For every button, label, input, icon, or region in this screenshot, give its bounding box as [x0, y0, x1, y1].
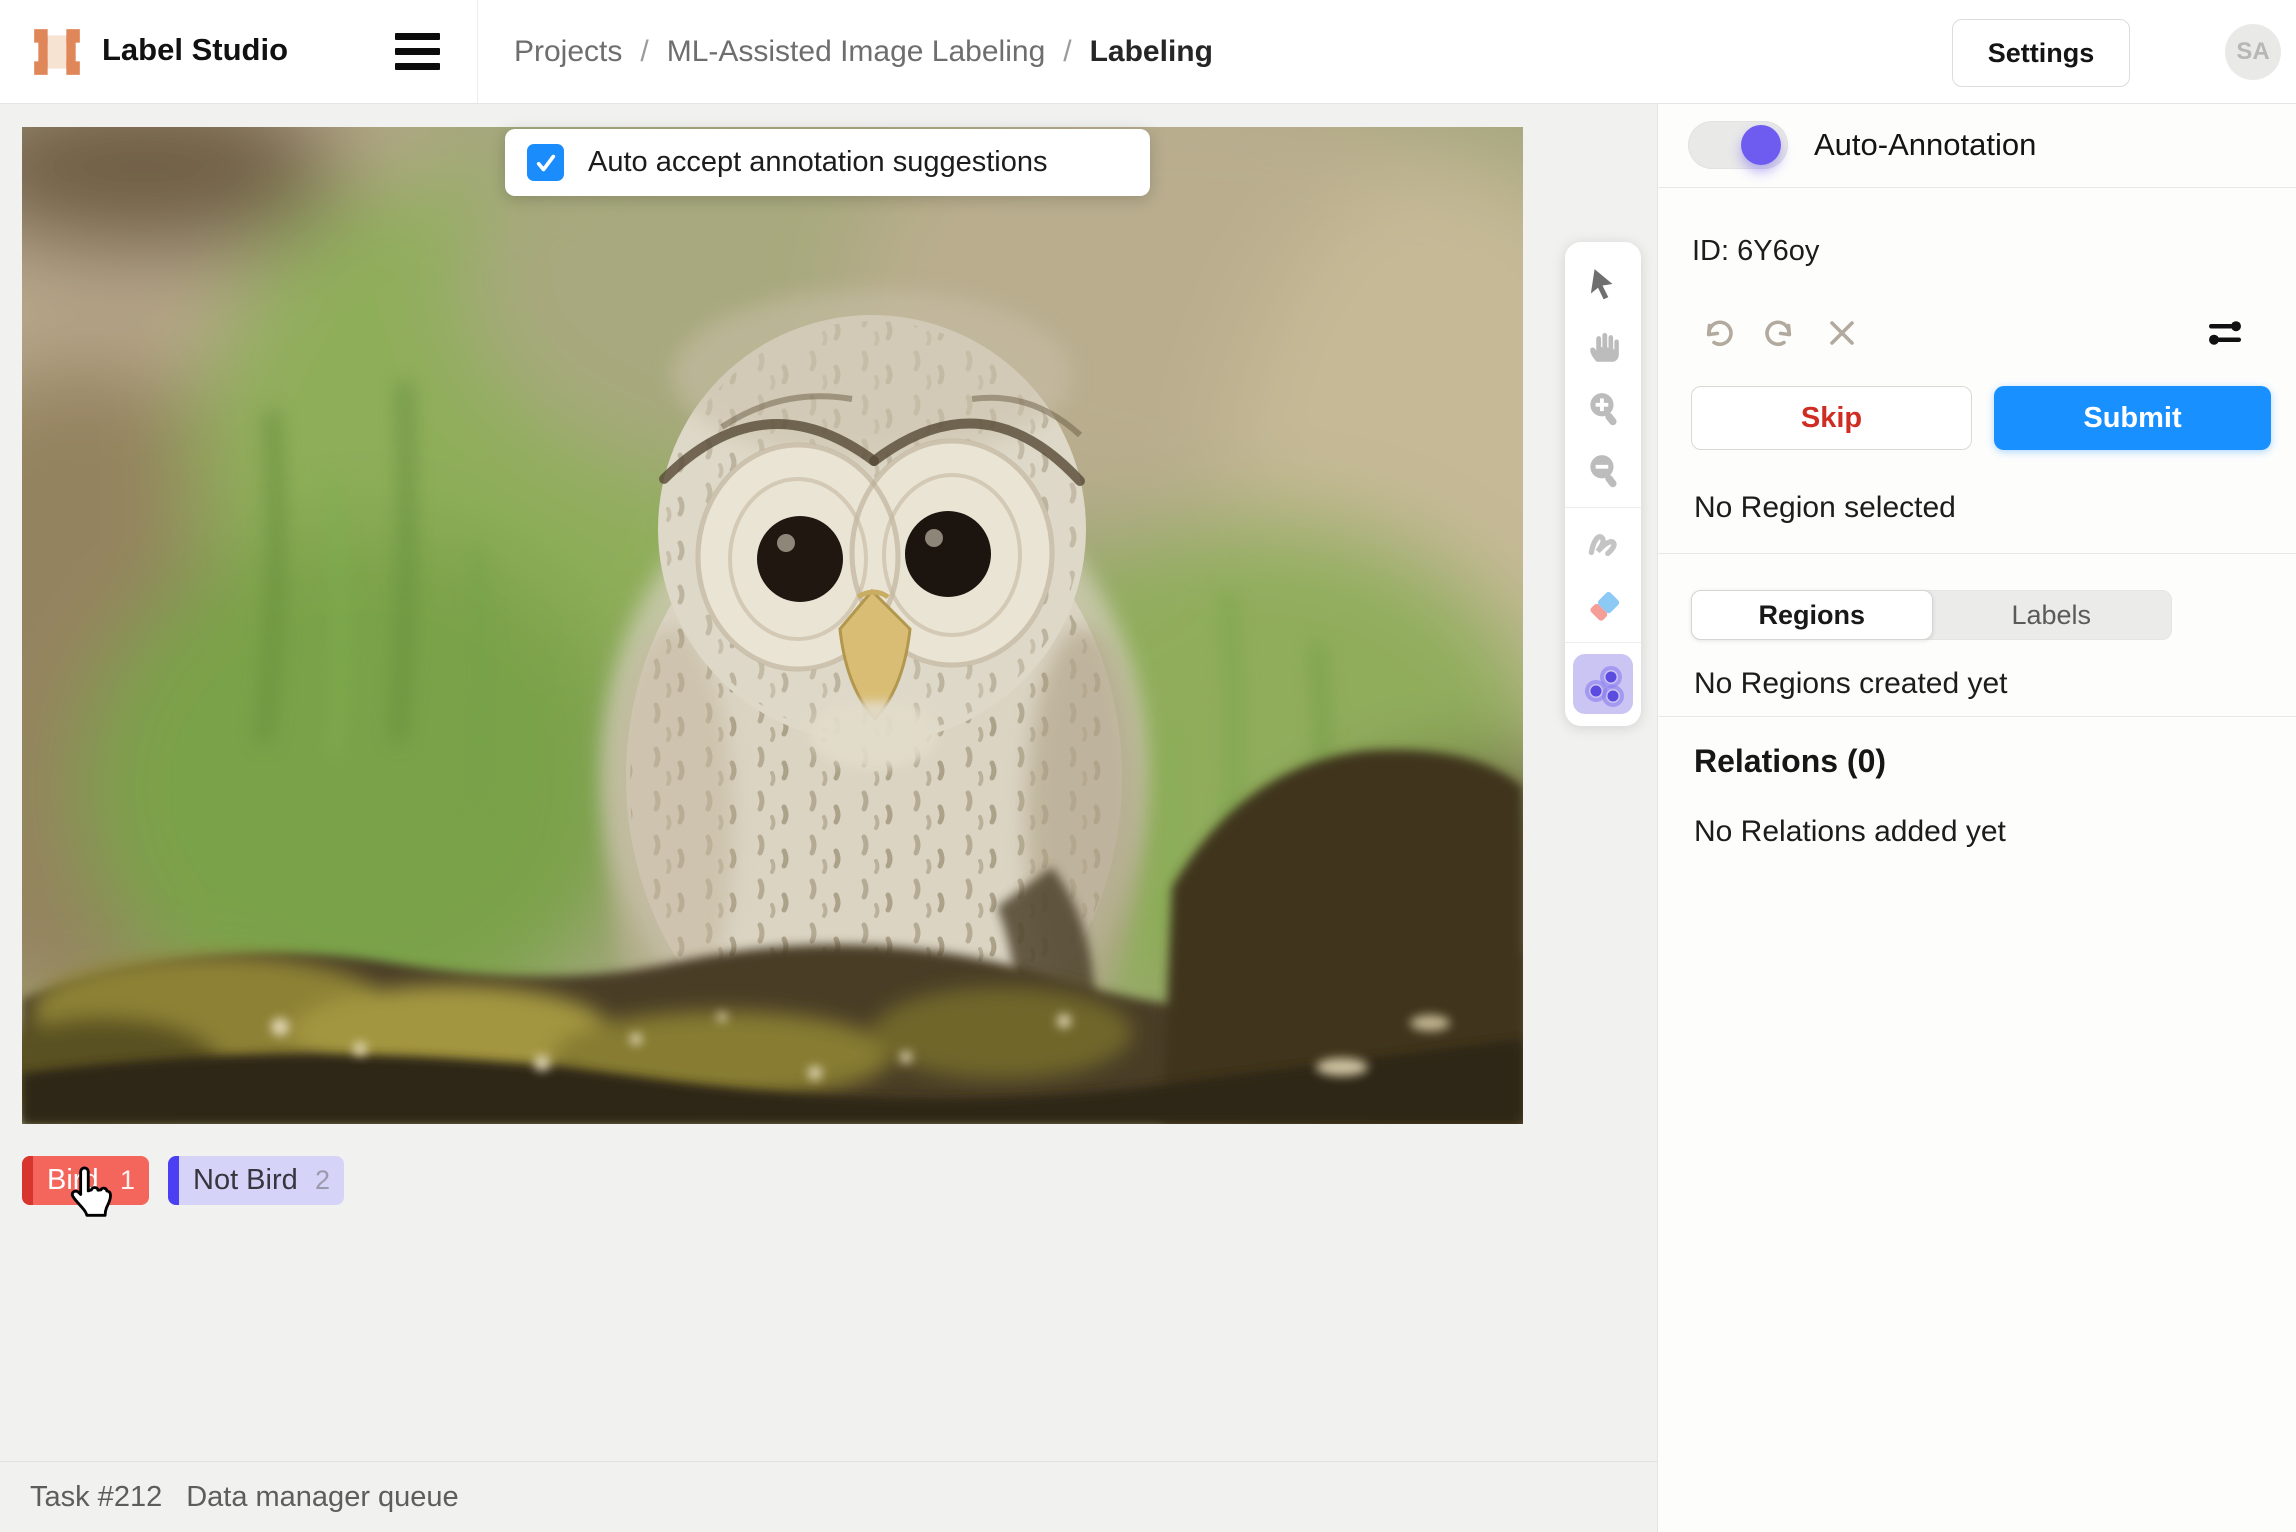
zoom-in-tool-button[interactable]	[1575, 378, 1631, 440]
menu-button[interactable]	[395, 33, 440, 70]
submit-button[interactable]: Submit	[1994, 386, 2271, 450]
redo-icon	[1760, 313, 1800, 353]
eraser-icon	[1584, 587, 1622, 625]
user-avatar[interactable]: SA	[2225, 24, 2281, 80]
undo-button[interactable]	[1698, 313, 1738, 353]
auto-annotation-label: Auto-Annotation	[1814, 127, 2036, 163]
skip-button[interactable]: Skip	[1691, 386, 1972, 450]
mouse-cursor-icon	[60, 1165, 114, 1223]
menu-bar	[395, 33, 440, 40]
breadcrumb-projects[interactable]: Projects	[514, 35, 622, 69]
app-header: Label Studio Projects / ML-Assisted Imag…	[0, 0, 2296, 104]
magic-wand-icon	[1580, 661, 1626, 707]
label-color-stripe	[168, 1156, 179, 1205]
toggle-knob	[1741, 125, 1781, 165]
no-regions-text: No Regions created yet	[1694, 667, 2008, 701]
header-divider	[477, 0, 478, 103]
label-color-stripe	[22, 1156, 33, 1205]
reset-annotation-button[interactable]	[1822, 313, 1862, 353]
sliders-icon	[2205, 313, 2245, 353]
annotation-id: ID: 6Y6oy	[1692, 235, 1819, 268]
settings-button[interactable]: Settings	[1952, 19, 2130, 87]
brush-tool-button[interactable]	[1575, 513, 1631, 575]
sidebar-divider	[1658, 553, 2296, 554]
label-studio-logo-icon[interactable]	[30, 25, 84, 79]
auto-accept-checkbox[interactable]	[527, 144, 564, 181]
app-title: Label Studio	[102, 32, 288, 68]
zoom-out-icon	[1584, 452, 1622, 490]
pointer-tool-button[interactable]	[1575, 254, 1631, 316]
queue-name: Data manager queue	[186, 1481, 458, 1514]
hand-icon	[1584, 328, 1622, 366]
status-bar: Task #212 Data manager queue	[0, 1461, 1657, 1532]
task-image[interactable]	[22, 127, 1523, 1124]
breadcrumb: Projects / ML-Assisted Image Labeling / …	[514, 0, 1213, 103]
task-number: Task #212	[30, 1481, 162, 1514]
breadcrumb-current-page: Labeling	[1090, 35, 1213, 69]
magic-wand-tool-button[interactable]	[1573, 654, 1633, 714]
pointer-icon	[1584, 266, 1622, 304]
auto-annotation-row: Auto-Annotation	[1658, 103, 2296, 188]
redo-button[interactable]	[1760, 313, 1800, 353]
no-region-selected-text: No Region selected	[1694, 491, 1956, 525]
no-relations-text: No Relations added yet	[1694, 815, 2006, 849]
menu-bar	[395, 63, 440, 70]
checkmark-icon	[533, 150, 559, 176]
auto-accept-label: Auto accept annotation suggestions	[588, 146, 1048, 179]
tab-labels[interactable]: Labels	[1932, 591, 2172, 639]
label-chip-not-bird[interactable]: Not Bird 2	[168, 1156, 344, 1205]
canvas-toolbar	[1565, 242, 1641, 726]
zoom-out-tool-button[interactable]	[1575, 440, 1631, 502]
menu-bar	[395, 48, 440, 55]
undo-icon	[1698, 313, 1738, 353]
auto-annotation-toggle[interactable]	[1688, 121, 1788, 169]
regions-labels-tabs: Regions Labels	[1691, 590, 2172, 640]
toolbar-divider	[1565, 642, 1641, 643]
eraser-tool-button[interactable]	[1575, 575, 1631, 637]
breadcrumb-project-name[interactable]: ML-Assisted Image Labeling	[667, 35, 1046, 69]
annotation-sidebar: Auto-Annotation ID: 6Y6oy	[1657, 103, 2296, 1532]
tab-regions[interactable]: Regions	[1691, 590, 1933, 640]
label-studio-app: Label Studio Projects / ML-Assisted Imag…	[0, 0, 2296, 1532]
zoom-in-icon	[1584, 390, 1622, 428]
annotation-workspace: Auto accept annotation suggestions	[0, 103, 1657, 1532]
pan-tool-button[interactable]	[1575, 316, 1631, 378]
breadcrumb-separator: /	[1063, 35, 1071, 69]
relations-heading: Relations (0)	[1694, 743, 1886, 780]
brush-icon	[1584, 525, 1622, 563]
sidebar-divider	[1658, 716, 2296, 717]
close-icon	[1822, 313, 1862, 353]
breadcrumb-separator: /	[640, 35, 648, 69]
label-hotkey: 2	[315, 1165, 330, 1196]
view-settings-button[interactable]	[2205, 313, 2245, 353]
label-hotkey: 1	[120, 1165, 135, 1196]
toolbar-divider	[1565, 507, 1641, 508]
label-text: Not Bird	[193, 1164, 298, 1197]
auto-accept-card: Auto accept annotation suggestions	[505, 129, 1150, 196]
